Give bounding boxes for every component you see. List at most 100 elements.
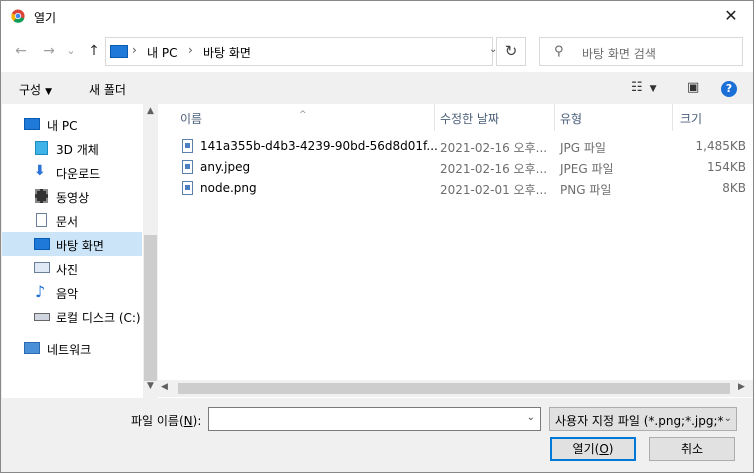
sidebar-item-3d-objects[interactable]: 3D 개체 bbox=[2, 136, 142, 160]
chevron-down-icon[interactable]: ⌄ bbox=[527, 412, 535, 423]
breadcrumb-pc[interactable]: 내 PC bbox=[147, 44, 177, 61]
chevron-right-icon[interactable]: ▶ bbox=[738, 382, 745, 392]
chevron-left-icon[interactable]: ◀ bbox=[161, 382, 168, 392]
open-label-suffix: ) bbox=[608, 442, 614, 456]
help-icon[interactable]: ? bbox=[721, 81, 737, 97]
organize-label: 구성 bbox=[19, 83, 42, 97]
sidebar-item-label: 음악 bbox=[56, 287, 79, 301]
new-folder-button[interactable]: 새 폴더 bbox=[89, 81, 126, 98]
column-header-type[interactable]: 유형 bbox=[554, 104, 672, 131]
scrollbar-thumb[interactable] bbox=[144, 235, 157, 381]
file-open-dialog: 열기 ✕ ← → ⌄ ↑ › 내 PC › 바탕 화면 ⌄ ↻ ⚲ 바탕 화면 … bbox=[0, 0, 754, 473]
up-folder-button[interactable]: ↑ bbox=[84, 41, 104, 61]
file-size: 154KB bbox=[706, 160, 746, 174]
sidebar-item-pc[interactable]: 내 PC bbox=[2, 112, 142, 136]
breadcrumb-desktop[interactable]: 바탕 화면 bbox=[203, 44, 251, 61]
chevron-down-icon[interactable]: ▼ bbox=[143, 381, 158, 391]
filename-label-suffix: ): bbox=[192, 414, 202, 428]
file-row[interactable]: 141a355b-d4b3-4239-90bd-56d8d01f... 2021… bbox=[176, 136, 748, 157]
file-type: JPEG 파일 bbox=[560, 162, 614, 176]
breadcrumb-separator-icon: › bbox=[188, 43, 193, 57]
filename-input[interactable]: ⌄ bbox=[208, 407, 541, 431]
sidebar-item-network[interactable]: 네트워크 bbox=[2, 336, 142, 360]
drive-icon bbox=[34, 313, 50, 321]
file-name: any.jpeg bbox=[200, 160, 251, 174]
file-row[interactable]: any.jpeg 2021-02-16 오후... JPEG 파일 154KB bbox=[176, 157, 748, 178]
file-type: JPG 파일 bbox=[560, 141, 606, 155]
sidebar-item-music[interactable]: ♪ 음악 bbox=[2, 280, 142, 304]
file-modified: 2021-02-16 오후... bbox=[440, 141, 548, 155]
file-name: node.png bbox=[200, 181, 257, 195]
sidebar-scrollbar[interactable]: ▲ ▼ bbox=[143, 104, 158, 398]
caret-down-icon: ▼ bbox=[45, 87, 53, 97]
sidebar-item-pictures[interactable]: 사진 bbox=[2, 256, 142, 280]
refresh-button[interactable]: ↻ bbox=[496, 37, 526, 66]
chevron-up-icon[interactable]: ▲ bbox=[143, 106, 158, 116]
open-button[interactable]: 열기(O) bbox=[550, 437, 636, 461]
column-header-modified[interactable]: 수정한 날짜 bbox=[434, 104, 554, 131]
filename-label: 파일 이름(N): bbox=[131, 412, 201, 429]
open-label: 열기( bbox=[572, 442, 600, 456]
sidebar-item-label: 로컬 디스크 (C:) bbox=[56, 311, 141, 325]
desktop-icon bbox=[34, 238, 50, 250]
filetype-select[interactable]: 사용자 지정 파일 (*.png;*.jpg;* ⌄ bbox=[549, 407, 737, 431]
close-button[interactable]: ✕ bbox=[719, 5, 743, 27]
video-icon bbox=[35, 189, 48, 203]
3d-objects-icon bbox=[35, 141, 48, 155]
sidebar-item-label: 내 PC bbox=[47, 119, 78, 133]
network-icon bbox=[24, 342, 40, 354]
column-header-label: 이름 bbox=[180, 112, 203, 126]
file-list: 이름 ^ 수정한 날짜 유형 크기 141a355b-d4b3-4239-90b… bbox=[158, 104, 753, 398]
download-icon: ⬇ bbox=[34, 163, 46, 179]
open-accesskey: O bbox=[599, 442, 609, 456]
sidebar-item-documents[interactable]: 문서 bbox=[2, 208, 142, 232]
view-options-icon[interactable]: ☷ ▼ bbox=[631, 80, 657, 95]
column-header-name[interactable]: 이름 ^ bbox=[158, 104, 434, 131]
back-button[interactable]: ← bbox=[11, 41, 31, 61]
image-file-icon bbox=[182, 139, 193, 153]
recent-locations-dropdown[interactable]: ⌄ bbox=[61, 41, 81, 61]
pc-icon bbox=[24, 118, 40, 130]
sidebar-item-downloads[interactable]: ⬇ 다운로드 bbox=[2, 160, 142, 184]
search-box[interactable]: ⚲ 바탕 화면 검색 bbox=[539, 37, 743, 66]
sidebar-item-local-disk[interactable]: 로컬 디스크 (C:) bbox=[2, 304, 142, 328]
filetype-value: 사용자 지정 파일 (*.png;*.jpg;* bbox=[555, 414, 724, 428]
search-icon: ⚲ bbox=[554, 44, 564, 59]
file-size: 1,485KB bbox=[695, 139, 746, 153]
pictures-icon bbox=[34, 262, 50, 273]
sidebar-item-label: 동영상 bbox=[56, 191, 90, 205]
chevron-down-icon: ⌄ bbox=[723, 413, 732, 424]
image-file-icon bbox=[182, 181, 193, 195]
preview-pane-icon[interactable]: ▣ bbox=[687, 80, 699, 95]
scrollbar-thumb[interactable] bbox=[178, 383, 730, 394]
file-row[interactable]: node.png 2021-02-01 오후... PNG 파일 8KB bbox=[176, 178, 748, 199]
file-size: 8KB bbox=[722, 181, 746, 195]
cancel-button[interactable]: 취소 bbox=[649, 437, 735, 461]
navigation-bar: ← → ⌄ ↑ › 내 PC › 바탕 화면 ⌄ ↻ ⚲ 바탕 화면 검색 bbox=[1, 32, 753, 72]
forward-button[interactable]: → bbox=[39, 41, 59, 61]
sidebar-item-videos[interactable]: 동영상 bbox=[2, 184, 142, 208]
sidebar-item-label: 문서 bbox=[56, 215, 79, 229]
sidebar-item-label: 사진 bbox=[56, 263, 79, 277]
column-header-label: 수정한 날짜 bbox=[440, 112, 500, 126]
address-bar[interactable]: › 내 PC › 바탕 화면 ⌄ bbox=[105, 37, 497, 66]
file-type: PNG 파일 bbox=[560, 183, 612, 197]
file-list-hscrollbar[interactable]: ◀ ▶ bbox=[158, 380, 753, 397]
document-icon bbox=[36, 213, 47, 227]
dialog-footer: 파일 이름(N): ⌄ 사용자 지정 파일 (*.png;*.jpg;* ⌄ 열… bbox=[1, 398, 753, 472]
sidebar-item-label: 바탕 화면 bbox=[56, 239, 104, 253]
navigation-pane: 내 PC 3D 개체 ⬇ 다운로드 동영상 문서 바탕 화면 사진 ♪ 음악 로… bbox=[2, 104, 158, 398]
title-bar: 열기 ✕ bbox=[1, 1, 753, 32]
organize-menu[interactable]: 구성 ▼ bbox=[19, 81, 52, 98]
column-header-size[interactable]: 크기 bbox=[672, 104, 753, 131]
filename-label-accesskey: N bbox=[183, 414, 193, 428]
music-icon: ♪ bbox=[35, 282, 46, 301]
image-file-icon bbox=[182, 160, 193, 174]
chrome-icon bbox=[11, 9, 25, 23]
file-modified: 2021-02-01 오후... bbox=[440, 183, 548, 197]
sort-ascending-icon: ^ bbox=[299, 110, 307, 120]
pc-icon bbox=[110, 45, 128, 58]
sidebar-item-desktop[interactable]: 바탕 화면 bbox=[2, 232, 142, 256]
filename-label-text: 파일 이름( bbox=[131, 414, 184, 428]
file-modified: 2021-02-16 오후... bbox=[440, 162, 548, 176]
